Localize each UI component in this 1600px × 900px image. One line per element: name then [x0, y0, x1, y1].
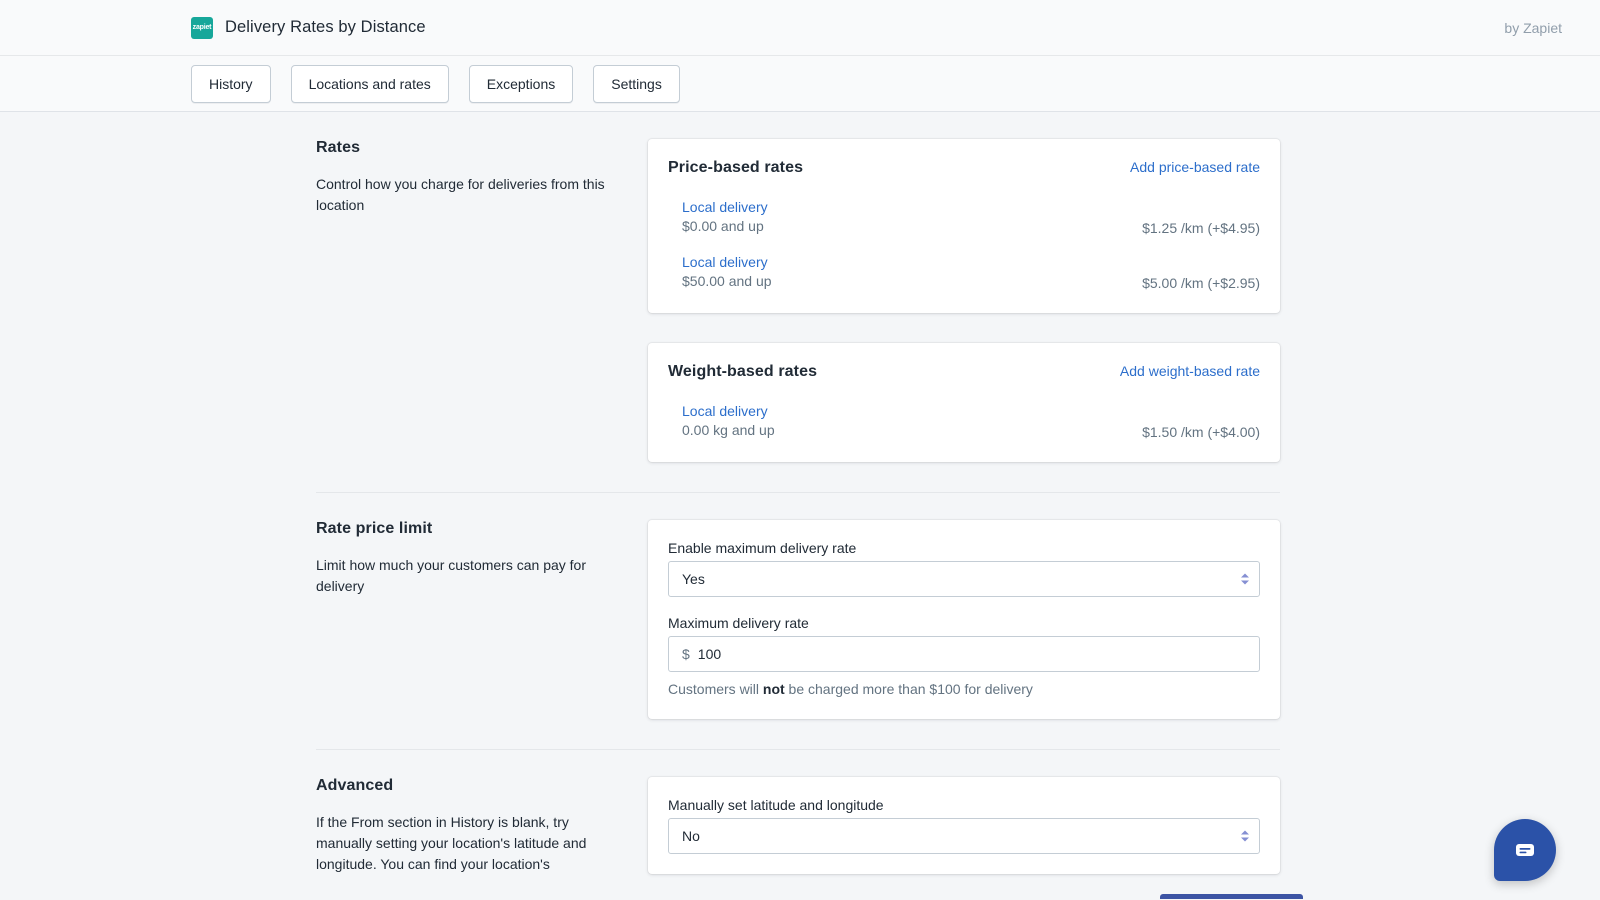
save-button-sliver[interactable] [1160, 894, 1303, 899]
price-based-rates-card: Price-based rates Add price-based rate L… [648, 139, 1280, 313]
rate-price: $5.00 /km (+$2.95) [1142, 275, 1260, 291]
app-byline: by Zapiet [1504, 19, 1562, 36]
page-content: Rates Control how you charge for deliver… [0, 112, 1600, 899]
section-rates-description: Control how you charge for deliveries fr… [316, 176, 605, 213]
section-rate-price-limit-card-wrap: Enable maximum delivery rate Yes Maximum… [648, 493, 1280, 749]
section-advanced-description: If the From section in History is blank,… [316, 814, 587, 872]
section-rate-price-limit-title: Rate price limit [316, 520, 433, 537]
maximum-delivery-rate-input-wrap: $ [668, 636, 1260, 672]
section-rates-cards: Price-based rates Add price-based rate L… [648, 112, 1280, 492]
help-suffix: be charged more than $100 for delivery [784, 681, 1033, 697]
rate-threshold: $0.00 and up [682, 218, 764, 234]
field-maximum-delivery-rate: Maximum delivery rate $ Customers will n… [668, 615, 1260, 699]
app-top-bar: zapiet Delivery Rates by Distance by Zap… [0, 0, 1600, 56]
app-identity: zapiet Delivery Rates by Distance [191, 16, 426, 39]
rate-name-link[interactable]: Local delivery [682, 199, 768, 215]
add-weight-based-rate-link[interactable]: Add weight-based rate [1120, 363, 1260, 379]
nav-button-locations-and-rates[interactable]: Locations and rates [290, 64, 449, 103]
maximum-delivery-rate-input[interactable] [697, 637, 1259, 671]
weight-based-rates-card: Weight-based rates Add weight-based rate… [648, 343, 1280, 462]
section-rates: Rates Control how you charge for deliver… [0, 112, 1600, 492]
nav-button-exceptions[interactable]: Exceptions [468, 64, 574, 103]
logo-text: zapiet [192, 24, 212, 31]
advanced-card: Manually set latitude and longitude No [648, 777, 1280, 874]
rate-threshold: 0.00 kg and up [682, 422, 775, 438]
rate-name-link[interactable]: Local delivery [682, 403, 775, 419]
enable-maximum-delivery-rate-select-wrap: Yes [668, 561, 1260, 597]
maximum-delivery-rate-help: Customers will not be charged more than … [668, 679, 1260, 699]
manual-latlng-select[interactable]: No [668, 818, 1260, 854]
section-advanced: Advanced If the From section in History … [0, 750, 1600, 900]
section-rates-intro: Rates Control how you charge for deliver… [316, 112, 648, 492]
manual-latlng-select-wrap: No [668, 818, 1260, 854]
table-row[interactable]: Local delivery $50.00 and up $5.00 /km (… [668, 254, 1260, 291]
section-advanced-title: Advanced [316, 777, 394, 794]
table-row[interactable]: Local delivery $0.00 and up $1.25 /km (+… [668, 199, 1260, 236]
help-emphasis: not [762, 681, 785, 697]
currency-prefix: $ [682, 646, 690, 662]
enable-maximum-delivery-rate-label: Enable maximum delivery rate [668, 540, 857, 556]
section-advanced-intro: Advanced If the From section in History … [316, 750, 648, 900]
chat-bubble-icon [1516, 844, 1534, 856]
rate-threshold: $50.00 and up [682, 273, 772, 289]
price-based-rates-title: Price-based rates [668, 159, 804, 176]
rate-info: Local delivery $50.00 and up [682, 254, 772, 291]
enable-maximum-delivery-rate-select[interactable]: Yes [668, 561, 1260, 597]
nav-button-history[interactable]: History [191, 64, 271, 103]
section-rates-title: Rates [316, 139, 361, 156]
help-prefix: Customers will [668, 681, 763, 697]
add-price-based-rate-link[interactable]: Add price-based rate [1130, 159, 1260, 175]
chat-launcher-button[interactable] [1494, 819, 1556, 881]
rate-info: Local delivery 0.00 kg and up [682, 403, 775, 440]
manual-latlng-label: Manually set latitude and longitude [668, 797, 884, 813]
field-manual-latitude-longitude: Manually set latitude and longitude No [668, 797, 1260, 854]
price-based-rates-header: Price-based rates Add price-based rate [668, 159, 1260, 177]
rate-name-link[interactable]: Local delivery [682, 254, 772, 270]
rate-price: $1.50 /km (+$4.00) [1142, 424, 1260, 440]
page-title: Delivery Rates by Distance [225, 18, 426, 36]
field-enable-maximum-delivery-rate: Enable maximum delivery rate Yes [668, 540, 1260, 597]
zapiet-logo-icon: zapiet [191, 16, 213, 39]
rate-price: $1.25 /km (+$4.95) [1142, 220, 1260, 236]
rate-price-limit-card: Enable maximum delivery rate Yes Maximum… [648, 520, 1280, 719]
weight-based-rates-header: Weight-based rates Add weight-based rate [668, 363, 1260, 381]
nav-button-settings[interactable]: Settings [593, 64, 680, 103]
section-rate-price-limit-intro: Rate price limit Limit how much your cus… [316, 493, 648, 749]
section-rate-price-limit: Rate price limit Limit how much your cus… [0, 493, 1600, 749]
maximum-delivery-rate-label: Maximum delivery rate [668, 615, 809, 631]
weight-based-rates-title: Weight-based rates [668, 363, 818, 380]
rate-info: Local delivery $0.00 and up [682, 199, 768, 236]
table-row[interactable]: Local delivery 0.00 kg and up $1.50 /km … [668, 403, 1260, 440]
primary-nav: History Locations and rates Exceptions S… [0, 56, 1600, 112]
section-rate-price-limit-description: Limit how much your customers can pay fo… [316, 557, 586, 594]
section-advanced-card-wrap: Manually set latitude and longitude No [648, 750, 1280, 900]
